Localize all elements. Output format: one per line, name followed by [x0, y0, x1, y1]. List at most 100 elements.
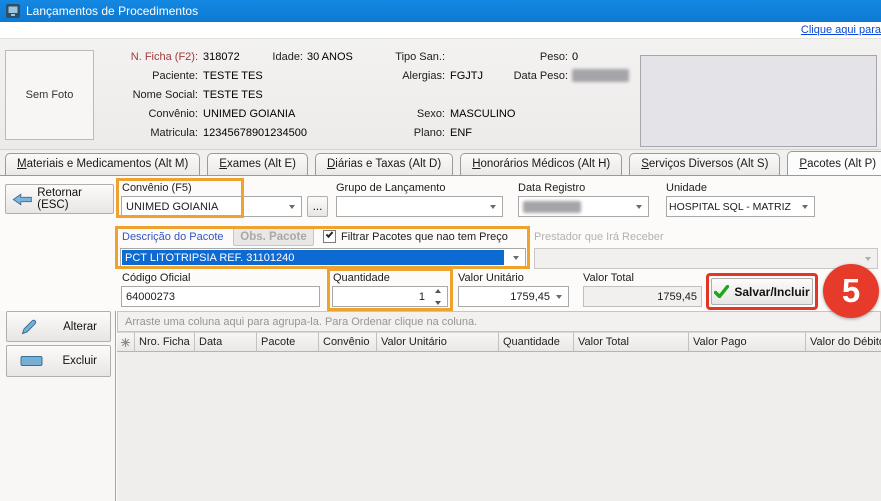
convenio-f5-label: Convênio (F5) — [122, 182, 192, 194]
chevron-down-icon — [865, 257, 871, 261]
alterar-button[interactable]: Alterar — [6, 311, 111, 342]
paciente-value: TESTE TES — [203, 70, 263, 82]
title-bar: Lançamentos de Procedimentos — [0, 0, 881, 22]
column-header-valor-unitario[interactable]: Valor Unitário — [377, 332, 499, 352]
check-icon — [714, 285, 729, 298]
alergias-label: Alergias: — [350, 70, 445, 82]
spin-down-icon — [435, 301, 441, 305]
top-right-link[interactable]: Clique aqui para — [801, 24, 881, 36]
column-header-nro-ficha[interactable]: Nro. Ficha — [135, 332, 195, 352]
link-bar: Clique aqui para — [0, 22, 881, 39]
valor-total-field: 1759,45 — [583, 286, 702, 307]
ficha-label: N. Ficha (F2): — [100, 51, 198, 63]
sexo-value: MASCULINO — [450, 108, 515, 120]
nome-social-label: Nome Social: — [100, 89, 198, 101]
paciente-label: Paciente: — [100, 70, 198, 82]
grid-header-row: Nro. Ficha Data Pacote Convênio Valor Un… — [117, 332, 881, 352]
valor-unitario-label: Valor Unitário — [458, 272, 524, 284]
obs-pacote-button[interactable]: Obs. Pacote — [233, 227, 314, 246]
grid-body-empty[interactable] — [117, 352, 881, 501]
photo-placeholder: Sem Foto — [5, 50, 94, 140]
quantidade-stepper[interactable]: 1 — [332, 286, 448, 307]
chevron-down-icon — [289, 205, 295, 209]
plano-label: Plano: — [350, 127, 445, 139]
tab-materiais-medicamentos[interactable]: Materiais e Medicamentos (Alt M) — [5, 153, 200, 175]
tab-strip: Materiais e Medicamentos (Alt M) Exames … — [0, 150, 881, 176]
tab-diarias-taxas[interactable]: Diárias e Taxas (Alt D) — [315, 153, 453, 175]
grid-group-hint: Arraste uma coluna aqui para agrupa-la. … — [117, 311, 881, 332]
data-registro-label: Data Registro — [518, 182, 585, 194]
chevron-down-icon — [513, 256, 519, 260]
spinner-arrows[interactable] — [431, 289, 444, 305]
selected-pacote: PCT LITOTRIPSIA REF. 31101240 — [122, 250, 504, 265]
column-header-valor-debito[interactable]: Valor do Débito — [806, 332, 881, 352]
pencil-icon — [20, 318, 38, 336]
unidade-label: Unidade — [666, 182, 707, 194]
chevron-down-icon — [636, 205, 642, 209]
matricula-label: Matricula: — [100, 127, 198, 139]
salvar-incluir-button[interactable]: Salvar/Incluir — [711, 278, 813, 305]
eraser-icon — [20, 355, 43, 367]
tab-honorarios-medicos[interactable]: Honorários Médicos (Alt H) — [460, 153, 622, 175]
descricao-pacote-combobox[interactable]: PCT LITOTRIPSIA REF. 31101240 — [120, 248, 526, 267]
ficha-value: 318072 — [203, 51, 240, 63]
check-icon — [326, 230, 334, 238]
filtrar-pacotes-label: Filtrar Pacotes que nao tem Preço — [341, 231, 508, 243]
unidade-combobox[interactable]: HOSPITAL SQL - MATRIZ — [666, 196, 815, 217]
quantidade-label: Quantidade — [333, 272, 390, 284]
descricao-pacote-label: Descrição do Pacote — [122, 231, 224, 243]
data-registro-redacted-value — [523, 201, 581, 213]
grupo-lancamento-combobox[interactable] — [336, 196, 503, 217]
convenio-combobox[interactable]: UNIMED GOIANIA — [121, 196, 302, 217]
column-header-valor-total[interactable]: Valor Total — [574, 332, 689, 352]
sexo-label: Sexo: — [350, 108, 445, 120]
window-title: Lançamentos de Procedimentos — [26, 4, 198, 18]
grupo-lancamento-label: Grupo de Lançamento — [336, 182, 445, 194]
alergias-value: FGJTJ — [450, 70, 483, 82]
idade-value: 30 ANOS — [307, 51, 353, 63]
browse-convenio-button[interactable]: ... — [307, 196, 328, 217]
alterar-label: Alterar — [63, 321, 97, 333]
codigo-oficial-input[interactable]: 64000273 — [121, 286, 320, 307]
chevron-down-icon — [802, 205, 808, 209]
tab-pacotes[interactable]: Pacotes (Alt P) — [787, 151, 881, 176]
data-registro-combobox[interactable] — [518, 196, 649, 217]
tab-servicos-diversos[interactable]: Serviços Diversos (Alt S) — [629, 153, 780, 175]
tipo-san-label: Tipo San.: — [350, 51, 445, 63]
tab-exames[interactable]: Exames (Alt E) — [207, 153, 308, 175]
column-header-data[interactable]: Data — [195, 332, 257, 352]
peso-value: 0 — [572, 51, 578, 63]
plano-value: ENF — [450, 127, 472, 139]
convenio-value: UNIMED GOIANIA — [203, 108, 295, 120]
data-peso-redacted-value — [572, 69, 629, 82]
nome-social-value: TESTE TES — [203, 89, 263, 101]
excluir-label: Excluir — [62, 355, 97, 367]
column-header-convenio[interactable]: Convênio — [319, 332, 377, 352]
patient-header: Sem Foto N. Ficha (F2): 318072 Paciente:… — [0, 39, 881, 150]
matricula-value: 12345678901234500 — [203, 127, 307, 139]
column-header-pacote[interactable]: Pacote — [257, 332, 319, 352]
chevron-down-icon — [556, 295, 562, 299]
convenio-label: Convênio: — [100, 108, 198, 120]
row-indicator-icon — [117, 332, 135, 352]
prestador-label: Prestador que Irá Receber — [534, 231, 664, 243]
column-header-valor-pago[interactable]: Valor Pago — [689, 332, 806, 352]
excluir-button[interactable]: Excluir — [6, 345, 111, 377]
chevron-down-icon — [490, 205, 496, 209]
app-icon — [6, 4, 20, 18]
data-peso-label: Data Peso: — [480, 70, 568, 82]
header-side-panel — [640, 55, 877, 147]
prestador-combobox[interactable] — [534, 248, 878, 269]
valor-unitario-combobox[interactable]: 1759,45 — [458, 286, 569, 307]
spin-up-icon — [435, 289, 441, 293]
step-badge: 5 — [823, 264, 879, 318]
column-header-quantidade[interactable]: Quantidade — [499, 332, 574, 352]
arrow-left-icon — [12, 191, 32, 208]
retornar-button[interactable]: Retornar (ESC) — [5, 184, 114, 214]
peso-label: Peso: — [480, 51, 568, 63]
codigo-oficial-label: Código Oficial — [122, 272, 190, 284]
procedures-window: Lançamentos de Procedimentos Clique aqui… — [0, 0, 881, 501]
filtrar-pacotes-checkbox[interactable] — [323, 230, 336, 243]
valor-total-label: Valor Total — [583, 272, 634, 284]
retornar-label: Retornar (ESC) — [37, 187, 107, 211]
